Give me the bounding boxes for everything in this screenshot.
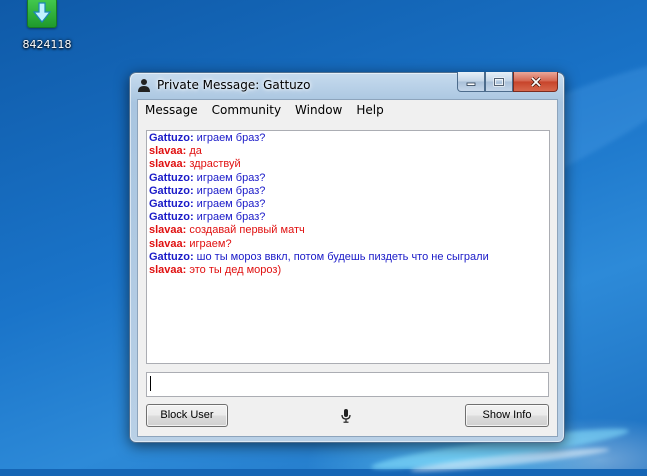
chat-text: играем браз? bbox=[196, 184, 266, 197]
chat-text: здраствуй bbox=[189, 158, 241, 171]
minimize-button[interactable] bbox=[457, 72, 485, 92]
chat-message: slavaa: это ты дед мороз) bbox=[149, 264, 549, 277]
chat-message: slavaa: здраствуй bbox=[149, 158, 549, 171]
chat-text: играем браз? bbox=[196, 211, 266, 224]
chat-text: играем браз? bbox=[196, 132, 266, 144]
maximize-button[interactable] bbox=[485, 72, 513, 92]
close-button[interactable] bbox=[513, 72, 558, 92]
download-arrow-icon bbox=[27, 0, 57, 28]
chat-message: Gattuzo: играем браз? bbox=[149, 185, 549, 198]
desktop-shortcut-label: 8424118 bbox=[22, 38, 72, 51]
chat-text: играем браз? bbox=[196, 171, 266, 184]
menu-community[interactable]: Community bbox=[205, 100, 288, 120]
chat-text: это ты дед мороз) bbox=[189, 264, 282, 277]
chat-sender: Gattuzo: bbox=[149, 171, 194, 184]
text-caret bbox=[150, 376, 151, 391]
chat-message: Gattuzo: играем браз? bbox=[149, 172, 549, 185]
close-icon bbox=[530, 76, 541, 87]
chat-sender: slavaa: bbox=[149, 145, 187, 158]
title-bar[interactable]: Private Message: Gattuzo bbox=[130, 72, 564, 99]
chat-sender: Gattuzo: bbox=[149, 250, 194, 263]
chat-sender: slavaa: bbox=[149, 237, 187, 250]
chat-message: Gattuzo: шо ты мороз ввкл, потом будешь … bbox=[149, 251, 549, 264]
chat-text: играем браз? bbox=[196, 198, 266, 211]
chat-message: Gattuzo: играем браз? bbox=[149, 211, 549, 224]
chat-message: slavaa: да bbox=[149, 145, 549, 158]
chat-sender: slavaa: bbox=[149, 264, 187, 277]
block-user-button[interactable]: Block User bbox=[146, 404, 228, 427]
menu-help[interactable]: Help bbox=[349, 100, 390, 120]
user-icon bbox=[138, 79, 150, 92]
message-input[interactable] bbox=[146, 372, 549, 397]
chat-sender: Gattuzo: bbox=[149, 211, 194, 224]
show-info-button[interactable]: Show Info bbox=[465, 404, 549, 427]
chat-sender: slavaa: bbox=[149, 224, 187, 237]
chat-text: создавай первый матч bbox=[189, 224, 305, 237]
window-title: Private Message: Gattuzo bbox=[157, 78, 311, 92]
chat-sender: slavaa: bbox=[149, 158, 187, 171]
private-message-window: Private Message: Gattuzo Message Communi… bbox=[129, 72, 565, 443]
chat-history[interactable]: Gattuzo: играем браз? slavaa: да slavaa: з… bbox=[146, 130, 550, 364]
chat-sender: Gattuzo: bbox=[149, 132, 194, 144]
chat-text: да bbox=[189, 145, 202, 158]
microphone-icon[interactable] bbox=[341, 409, 351, 423]
chat-sender: Gattuzo: bbox=[149, 198, 194, 211]
menu-window[interactable]: Window bbox=[288, 100, 349, 120]
chat-message: Gattuzo: играем браз? bbox=[149, 132, 549, 145]
chat-message: slavaa: создавай первый матч bbox=[149, 224, 549, 237]
chat-message: slavaa: играем? bbox=[149, 238, 549, 251]
menu-bar: Message Community Window Help bbox=[138, 100, 557, 120]
chat-sender: Gattuzo: bbox=[149, 184, 194, 197]
chat-text: шо ты мороз ввкл, потом будешь пиздеть ч… bbox=[196, 250, 489, 263]
minimize-icon bbox=[466, 82, 476, 86]
menu-message[interactable]: Message bbox=[138, 100, 205, 120]
chat-text: играем? bbox=[189, 237, 232, 250]
window-client-area: Message Community Window Help Gattuzo: и… bbox=[137, 99, 558, 437]
maximize-icon bbox=[493, 77, 505, 86]
chat-message: Gattuzo: играем браз? bbox=[149, 198, 549, 211]
